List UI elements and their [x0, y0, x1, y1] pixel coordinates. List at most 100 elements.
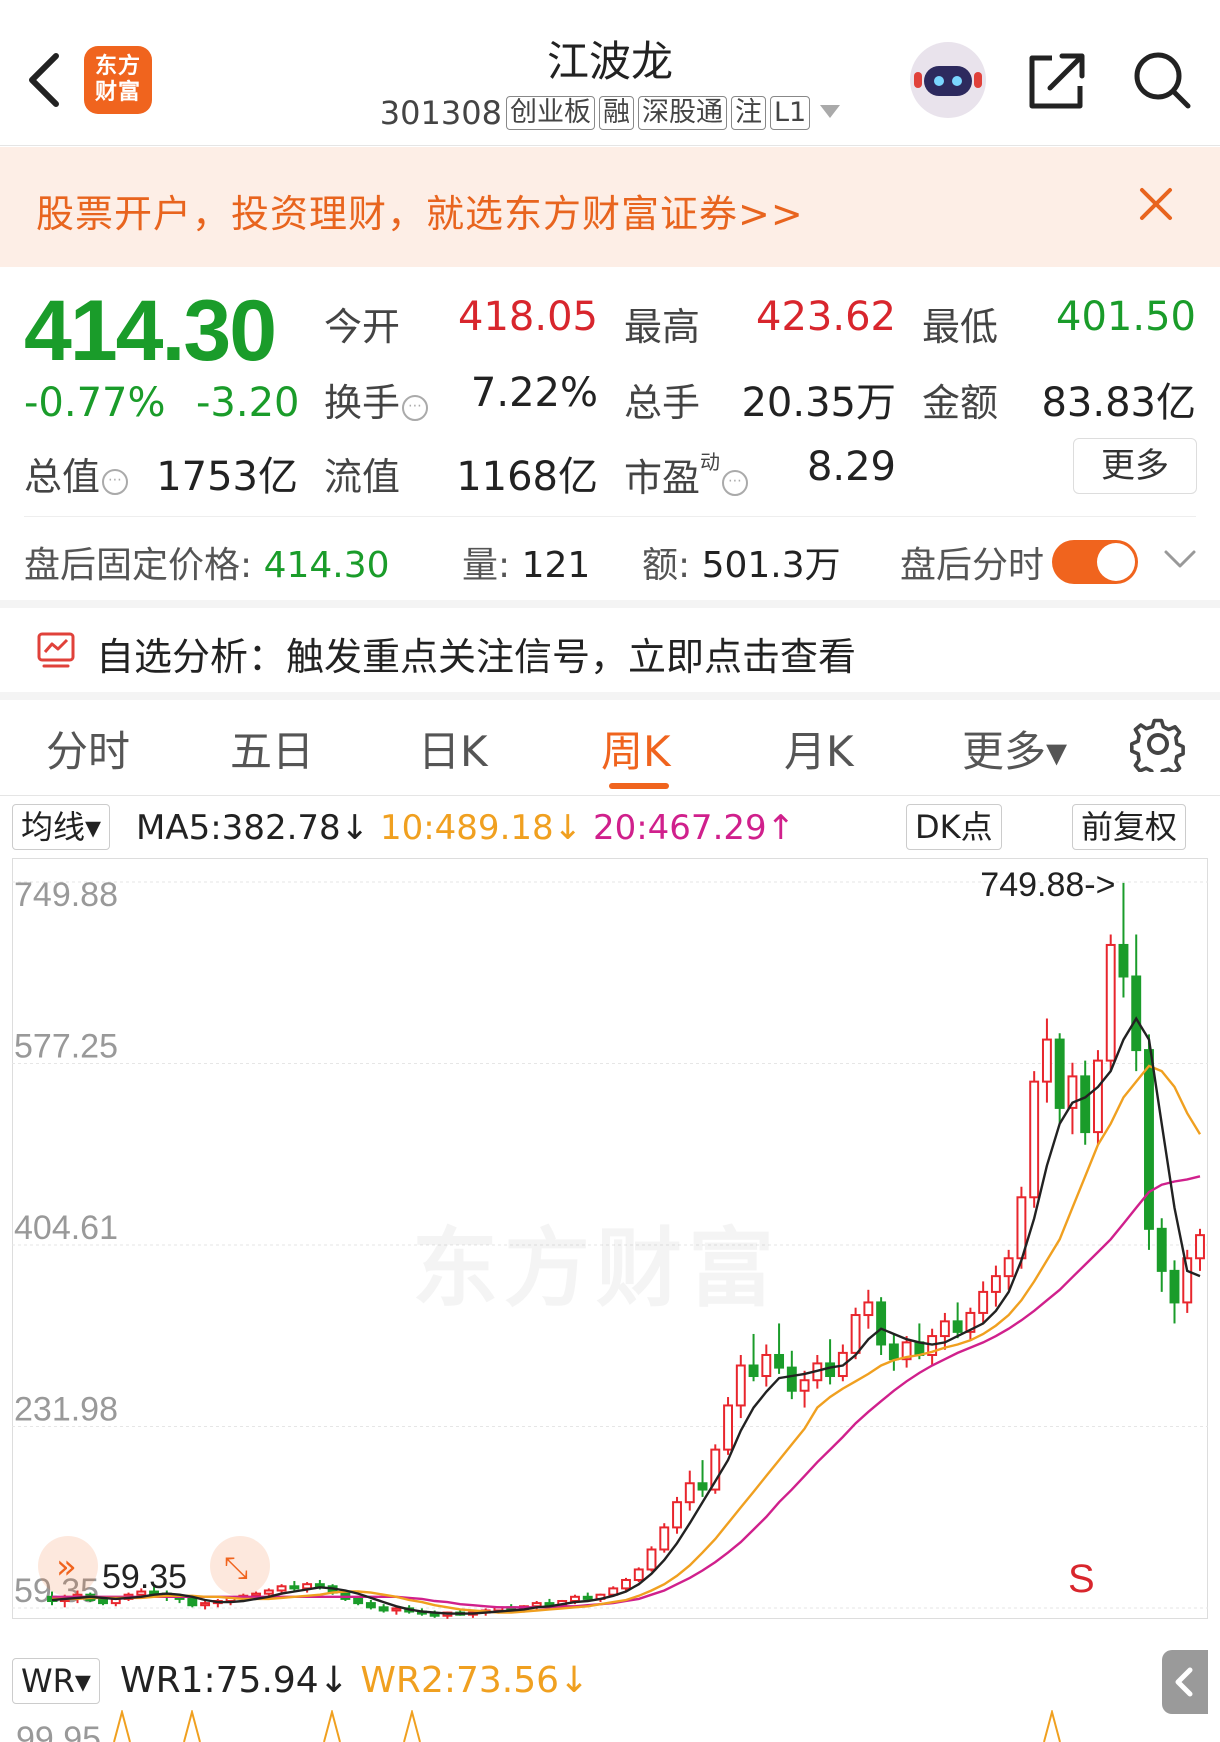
candle-down: [378, 1606, 389, 1612]
candle-up: [684, 1482, 695, 1504]
tab-monthly-k[interactable]: 月K: [784, 718, 854, 779]
candle-down: [289, 1585, 300, 1590]
amount-value: 83.83亿: [1041, 380, 1196, 426]
max-price-annotation: 749.88->: [980, 866, 1115, 904]
resize-arrows-icon: ⤡: [224, 1551, 248, 1586]
float-value-label: 流值: [324, 455, 401, 499]
chart-analysis-icon: [37, 632, 75, 668]
watchlist-analysis-banner[interactable]: 自选分析：触发重点关注信号，立即点击查看: [0, 608, 1220, 692]
candle-up: [263, 1589, 274, 1595]
robot-assistant-icon[interactable]: [910, 42, 986, 118]
analysis-text[interactable]: 自选分析：触发重点关注信号，立即点击查看: [96, 626, 856, 681]
candle-up: [761, 1353, 772, 1378]
ma5-value: MA5:382.78↓: [136, 808, 370, 848]
close-icon[interactable]: [1136, 184, 1176, 224]
meta-caret-icon[interactable]: [820, 105, 841, 118]
after-hours-toggle-label: 盘后分时: [900, 545, 1045, 586]
collapse-panel-button[interactable]: [1162, 1650, 1208, 1714]
candle-up: [391, 1607, 402, 1612]
high-label: 最高: [624, 305, 701, 349]
period-tabs: 分时 五日 日K 周K 月K 更多▾: [0, 700, 1220, 796]
candle-up: [1093, 1059, 1103, 1134]
search-icon[interactable]: [1130, 46, 1194, 112]
after-hours-price: 盘后固定价格: 414.30: [24, 545, 390, 586]
candle-up: [1195, 1234, 1205, 1260]
candle-up: [850, 1314, 861, 1354]
chevron-left-icon: [1175, 1667, 1193, 1697]
candle-down: [314, 1583, 325, 1588]
tab-five-day[interactable]: 五日: [230, 718, 314, 779]
info-icon: ⋯: [102, 469, 129, 495]
candle-down: [582, 1595, 593, 1600]
candle-up: [621, 1578, 631, 1590]
tag-board: 创业板: [505, 96, 595, 130]
candle-up: [200, 1602, 211, 1607]
y-tick-label: 231.98: [14, 1391, 118, 1429]
candle-down: [1144, 1049, 1154, 1230]
tab-intraday[interactable]: 分时: [46, 718, 130, 779]
wr1-value: WR1:75.94↓: [120, 1660, 349, 1701]
tab-more[interactable]: 更多▾: [962, 718, 1067, 779]
low-label: 最低: [922, 305, 999, 349]
candle-down: [98, 1598, 108, 1605]
promo-banner[interactable]: 股票开户，投资理财，就选东方财富证券>>: [0, 147, 1220, 267]
candle-down: [952, 1320, 963, 1333]
turnover-label: 换手 ⋯: [324, 372, 429, 427]
candle-up: [251, 1592, 262, 1597]
dk-point-button[interactable]: DK点: [906, 804, 1002, 850]
amount-label: 金额: [922, 381, 999, 425]
wr-line: [323, 1710, 341, 1742]
candle-down: [1156, 1227, 1167, 1272]
candle-down: [786, 1366, 797, 1392]
wr-line: [1043, 1710, 1061, 1742]
y-tick-label: 577.25: [14, 1027, 118, 1065]
total-value-label: 总值 ⋯: [24, 446, 129, 501]
share-icon[interactable]: [1026, 46, 1088, 112]
tab-weekly-k[interactable]: 周K: [601, 718, 671, 779]
candle-down: [187, 1597, 198, 1607]
candle-down: [1080, 1075, 1091, 1134]
ma-type-dropdown[interactable]: 均线▾: [12, 804, 111, 850]
candle-down: [1169, 1269, 1180, 1304]
candle-up: [1182, 1257, 1193, 1304]
tab-daily-k[interactable]: 日K: [418, 718, 488, 779]
ma-values: MA5:382.78↓ 10:489.18↓ 20:467.29↑: [136, 808, 795, 848]
candle-up: [1003, 1257, 1014, 1278]
sell-signal-label: S: [1068, 1557, 1095, 1601]
candle-down: [825, 1362, 836, 1378]
gear-icon[interactable]: [1130, 716, 1186, 772]
candle-up: [633, 1568, 644, 1581]
ma10-value: 10:489.18↓: [379, 808, 583, 848]
high-value: 423.62: [756, 294, 896, 340]
wr2-value: WR2:73.56↓: [360, 1660, 590, 1701]
candle-up: [570, 1595, 580, 1603]
indicator-dropdown[interactable]: WR▾: [12, 1658, 100, 1704]
price-adjust-button[interactable]: 前复权: [1072, 804, 1187, 850]
divider: [24, 516, 1196, 517]
candle-down: [353, 1597, 364, 1605]
wr-indicator-bar: WR▾ WR1:75.94↓ WR2:73.56↓: [0, 1650, 1220, 1710]
candle-down: [1054, 1038, 1065, 1109]
candle-down: [748, 1364, 759, 1378]
wr-line: [183, 1710, 201, 1742]
active-tab-indicator: [609, 783, 669, 789]
wr-line: [403, 1710, 421, 1742]
tag-level: L1: [769, 96, 811, 130]
y-tick-label: 749.88: [14, 876, 118, 914]
info-icon: ⋯: [402, 395, 429, 421]
candle-up: [939, 1320, 950, 1338]
chevron-down-icon[interactable]: [1162, 548, 1198, 572]
stock-code: 301308: [379, 94, 502, 132]
promo-text[interactable]: 股票开户，投资理财，就选东方财富证券>>: [36, 183, 804, 238]
total-value: 1753亿: [156, 454, 298, 500]
open-label: 今开: [324, 305, 401, 349]
volume-value: 20.35万: [741, 380, 896, 426]
ma20-value: 20:467.29↑: [592, 808, 796, 848]
indicator-bar: 均线▾ MA5:382.78↓ 10:489.18↓ 20:467.29↑ DK…: [0, 800, 1220, 856]
candle-down: [697, 1482, 708, 1491]
change-percent: -0.77%: [24, 380, 166, 426]
after-hours-toggle[interactable]: [1052, 540, 1138, 584]
candle-up: [276, 1585, 287, 1592]
kline-chart[interactable]: 749.88577.25404.61231.9859.35749.88->59.…: [12, 858, 1208, 1648]
more-button[interactable]: 更多: [1073, 438, 1197, 494]
